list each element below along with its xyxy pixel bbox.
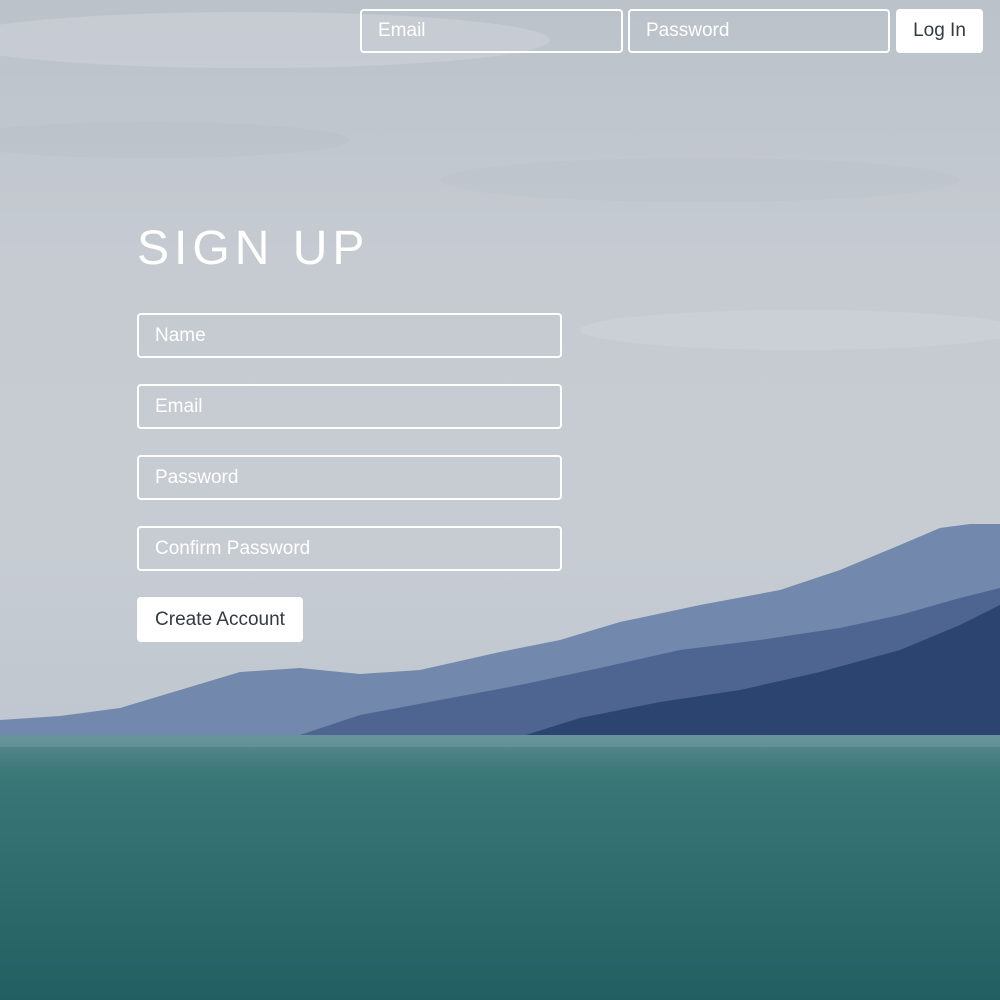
create-account-button[interactable]: Create Account (137, 597, 303, 642)
login-bar: Log In (360, 9, 984, 53)
login-email-input[interactable] (360, 9, 623, 53)
signup-form: SIGN UP Create Account (137, 215, 562, 645)
password-input[interactable] (137, 455, 562, 500)
signup-title: SIGN UP (137, 222, 370, 275)
email-input[interactable] (137, 384, 562, 429)
confirm-password-input[interactable] (137, 526, 562, 571)
name-input[interactable] (137, 313, 562, 358)
login-password-input[interactable] (628, 9, 890, 53)
login-button[interactable]: Log In (896, 9, 983, 53)
